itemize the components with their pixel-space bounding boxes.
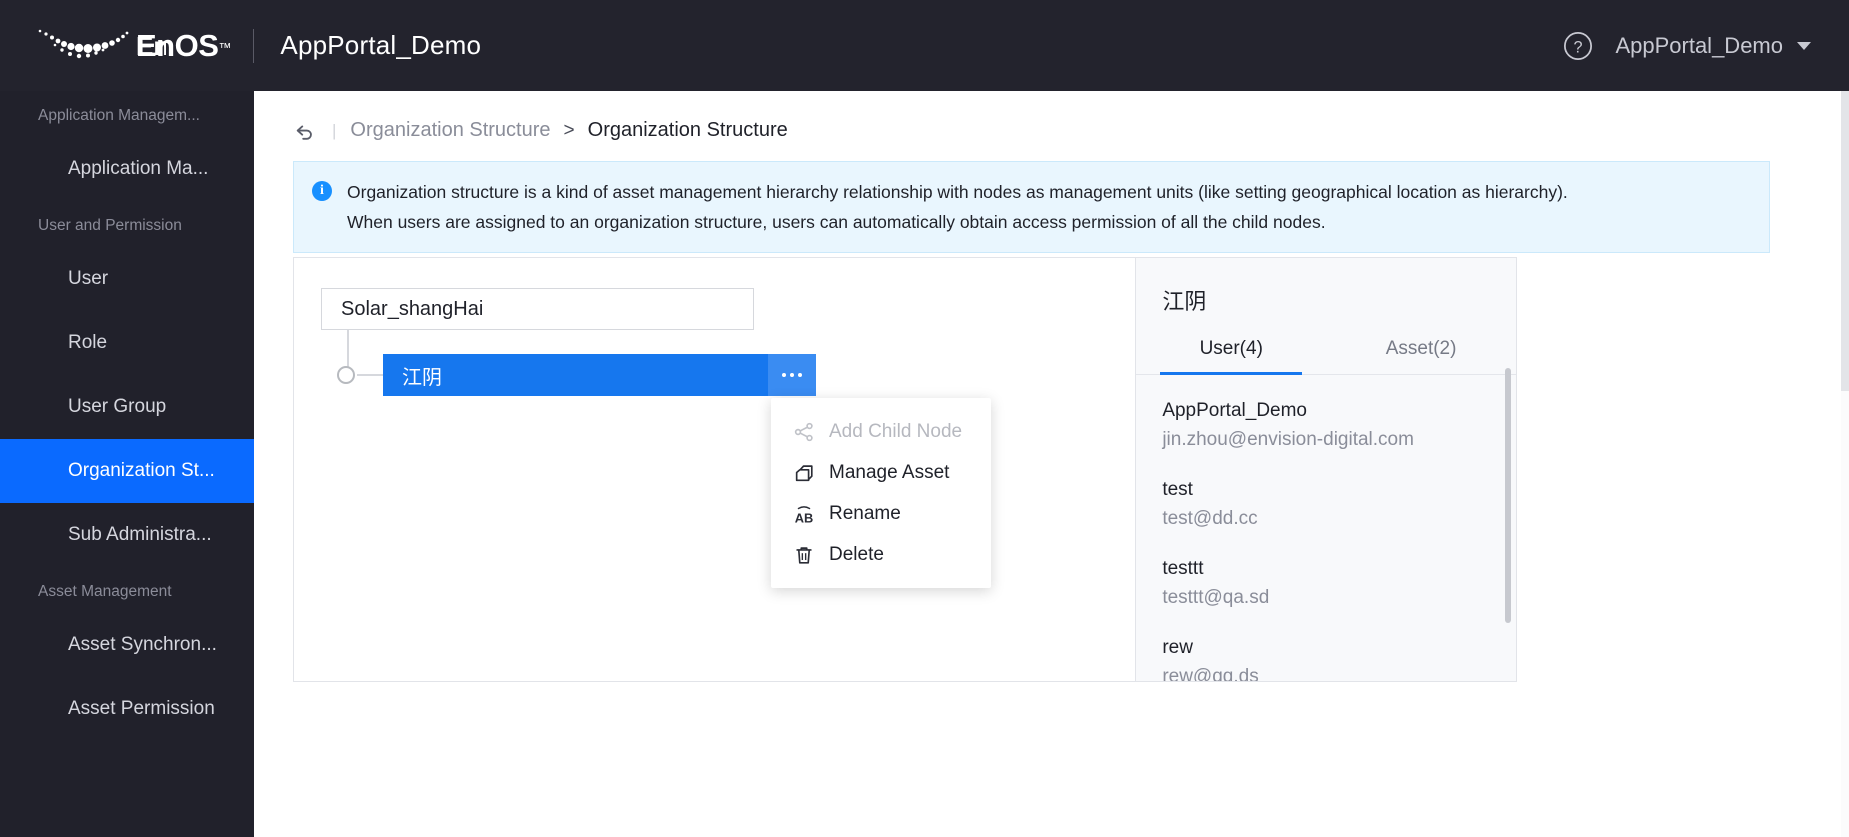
context-menu-item-label: Rename	[829, 502, 901, 524]
user-list: AppPortal_Demo jin.zhou@envision-digital…	[1136, 375, 1516, 681]
user-name: rew	[1162, 637, 1193, 658]
node-context-menu: Add Child Node Manage Asset AB Rename De…	[771, 398, 991, 588]
brand-name: EnOS	[136, 27, 219, 63]
sidebar: Application Managem... Application Ma...…	[0, 91, 254, 837]
user-email: test@dd.cc	[1162, 508, 1258, 529]
list-item[interactable]: AppPortal_Demo jin.zhou@envision-digital…	[1162, 397, 1490, 455]
sidebar-item-asset-synchronization[interactable]: Asset Synchron...	[0, 613, 254, 677]
sidebar-item-label: Asset Permission	[68, 698, 215, 719]
tree-root-label: Solar_shangHai	[341, 297, 484, 320]
tree-root-node[interactable]: Solar_shangHai	[321, 288, 754, 330]
detail-pane: 江阴 User(4) Asset(2) AppPortal_Demo jin.z…	[1136, 258, 1516, 681]
sidebar-item-sub-administrator[interactable]: Sub Administra...	[0, 503, 254, 567]
tab-label: User(4)	[1199, 338, 1263, 359]
page-scrollbar-thumb[interactable]	[1841, 91, 1849, 391]
user-menu-label: AppPortal_Demo	[1615, 32, 1783, 58]
list-item[interactable]: testtt testtt@qa.sd	[1162, 555, 1490, 613]
user-email: testtt@qa.sd	[1162, 587, 1270, 608]
share-nodes-icon	[794, 422, 813, 441]
copy-stack-icon	[795, 464, 813, 481]
tree-child-node-jiangyin[interactable]: 江阴	[383, 354, 816, 396]
tab-asset[interactable]: Asset(2)	[1326, 338, 1516, 374]
info-banner: i Organization structure is a kind of as…	[293, 161, 1770, 253]
info-banner-line-1: Organization structure is a kind of asse…	[347, 182, 1568, 202]
header-divider	[253, 28, 255, 63]
tree-child-node-label: 江阴	[402, 366, 442, 389]
context-menu-item-label: Manage Asset	[829, 461, 950, 483]
sidebar-item-user-group[interactable]: User Group	[0, 375, 254, 439]
app-title: AppPortal_Demo	[280, 30, 482, 60]
sidebar-group-label-asset-management: Asset Management	[38, 583, 172, 600]
sidebar-item-label: User	[68, 268, 109, 289]
context-menu-item-label: Add Child Node	[829, 420, 963, 442]
user-email: jin.zhou@envision-digital.com	[1162, 429, 1414, 450]
sidebar-item-organization-structure[interactable]: Organization St...	[0, 439, 254, 503]
user-name: test	[1162, 479, 1193, 500]
ab-rename-icon: AB	[795, 505, 814, 525]
question-circle-icon[interactable]: ?	[1563, 31, 1593, 61]
context-menu-item-delete[interactable]: Delete	[771, 534, 991, 575]
sidebar-item-role[interactable]: Role	[0, 311, 254, 375]
sidebar-item-user[interactable]: User	[0, 247, 254, 311]
tab-user[interactable]: User(4)	[1136, 338, 1326, 375]
header-right: ? AppPortal_Demo	[1563, 31, 1849, 61]
user-email: rew@qq.ds	[1162, 666, 1259, 681]
dot	[782, 373, 786, 377]
dot	[798, 373, 802, 377]
svg-text:AB: AB	[795, 510, 814, 525]
dot	[790, 373, 794, 377]
sidebar-item-label: Role	[68, 332, 108, 353]
detail-tabs: User(4) Asset(2)	[1136, 338, 1516, 375]
info-banner-line-2: When users are assigned to an organizati…	[347, 212, 1326, 232]
info-circle-icon: i	[312, 181, 332, 201]
app-root: En EnOS ™ AppPortal_Demo ? AppPortal_Dem…	[0, 0, 1849, 837]
info-banner-text: Organization structure is a kind of asse…	[347, 177, 1568, 237]
trash-icon	[796, 546, 812, 564]
user-name: testtt	[1162, 558, 1204, 579]
header-left: En EnOS ™ AppPortal_Demo	[0, 22, 481, 70]
sidebar-group-label-user-permission: User and Permission	[38, 217, 182, 234]
tree-pane: Solar_shangHai 江阴 Add Child Node Manage …	[294, 258, 1137, 681]
tree-node-handle-icon[interactable]	[337, 366, 355, 384]
context-menu-item-label: Delete	[829, 543, 884, 565]
breadcrumb-divider: |	[332, 120, 337, 140]
app-header: En EnOS ™ AppPortal_Demo ? AppPortal_Dem…	[0, 0, 1849, 91]
breadcrumb-arrow-icon: >	[563, 119, 575, 141]
back-arrow-icon[interactable]	[294, 120, 316, 142]
sidebar-item-label: Asset Synchron...	[68, 634, 217, 655]
tree-connector-horizontal	[357, 374, 383, 376]
sidebar-item-label: Sub Administra...	[68, 524, 212, 545]
breadcrumb: | Organization Structure > Organization …	[254, 91, 1849, 142]
context-menu-item-manage-asset[interactable]: Manage Asset	[771, 452, 991, 493]
sidebar-item-label: Organization St...	[68, 460, 215, 481]
list-item[interactable]: test test@dd.cc	[1162, 476, 1490, 534]
list-item[interactable]: rew rew@qq.ds	[1162, 634, 1490, 681]
node-more-button[interactable]	[768, 354, 816, 396]
chevron-down-icon	[1797, 41, 1811, 50]
detail-pane-scrollbar[interactable]	[1505, 368, 1511, 623]
detail-pane-title: 江阴	[1162, 289, 1207, 314]
sidebar-item-label: User Group	[68, 396, 167, 417]
sidebar-item-asset-permission[interactable]: Asset Permission	[0, 677, 254, 741]
sidebar-group-label-application: Application Managem...	[38, 107, 200, 124]
user-name: AppPortal_Demo	[1162, 400, 1308, 421]
context-menu-item-add-child-node[interactable]: Add Child Node	[771, 411, 991, 452]
tab-label: Asset(2)	[1385, 338, 1457, 359]
sidebar-item-application-management[interactable]: Application Ma...	[0, 137, 254, 201]
breadcrumb-parent-link[interactable]: Organization Structure	[350, 119, 550, 142]
context-menu-item-rename[interactable]: AB Rename	[771, 493, 991, 534]
page-title: Organization Structure	[587, 119, 788, 141]
sidebar-item-label: Application Ma...	[68, 158, 209, 179]
brand-trademark: ™	[218, 39, 232, 55]
organization-structure-card: Solar_shangHai 江阴 Add Child Node Manage …	[293, 257, 1517, 682]
user-menu[interactable]: AppPortal_Demo	[1615, 33, 1811, 59]
svg-text:?: ?	[1574, 38, 1583, 56]
